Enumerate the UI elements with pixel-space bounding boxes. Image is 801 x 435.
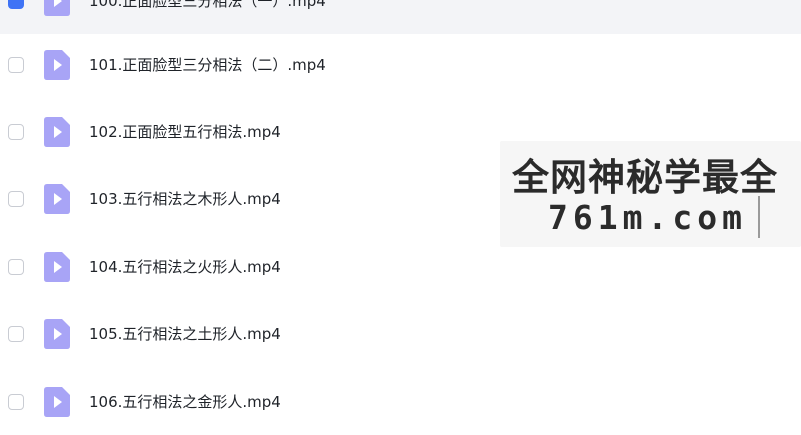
- file-name[interactable]: 103.五行相法之木形人.mp4: [89, 188, 281, 209]
- video-file-icon: [44, 183, 70, 214]
- video-file-icon: [44, 251, 70, 282]
- file-name[interactable]: 105.五行相法之土形人.mp4: [89, 323, 281, 344]
- file-name[interactable]: 102.正面脸型五行相法.mp4: [89, 121, 281, 142]
- video-file-icon: [44, 386, 70, 417]
- row-checkbox[interactable]: [8, 0, 24, 9]
- file-row[interactable]: 100.正面脸型三分相法（一）.mp4: [0, 0, 801, 34]
- row-checkbox[interactable]: [8, 56, 24, 73]
- watermark-slogan: 全网神秘学最全: [512, 156, 778, 199]
- watermark: 全网神秘学最全 761m.com: [500, 141, 801, 247]
- file-name[interactable]: 106.五行相法之金形人.mp4: [89, 391, 281, 412]
- video-file-icon: [44, 318, 70, 349]
- file-name[interactable]: 104.五行相法之火形人.mp4: [89, 256, 281, 277]
- file-row[interactable]: 105.五行相法之土形人.mp4: [0, 300, 801, 367]
- row-checkbox[interactable]: [8, 123, 24, 140]
- file-name[interactable]: 101.正面脸型三分相法（二）.mp4: [89, 54, 326, 75]
- watermark-divider: [758, 196, 760, 238]
- video-file-icon: [44, 49, 70, 80]
- file-row[interactable]: 101.正面脸型三分相法（二）.mp4: [0, 31, 801, 98]
- row-checkbox[interactable]: [8, 258, 24, 275]
- video-file-icon: [44, 0, 70, 16]
- row-checkbox[interactable]: [8, 393, 24, 410]
- video-file-icon: [44, 116, 70, 147]
- row-checkbox[interactable]: [8, 190, 24, 207]
- watermark-url: 761m.com: [548, 198, 747, 237]
- row-checkbox[interactable]: [8, 325, 24, 342]
- file-name[interactable]: 100.正面脸型三分相法（一）.mp4: [89, 0, 326, 11]
